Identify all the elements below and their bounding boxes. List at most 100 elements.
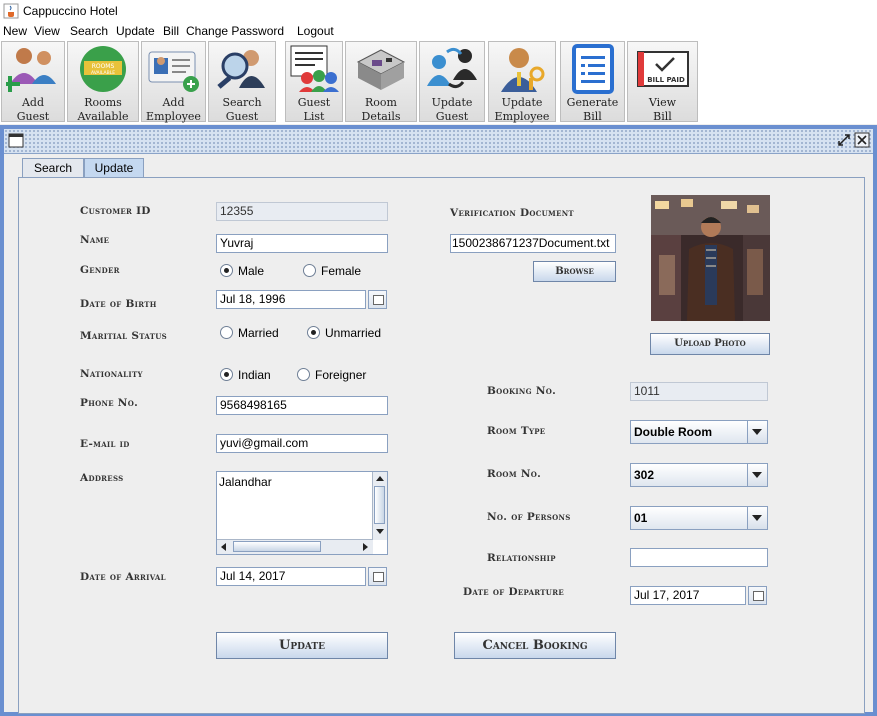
departure-label: Date of Departure	[463, 586, 564, 598]
arrival-label: Date of Arrival	[80, 571, 166, 583]
add-employee-label: Add Employee	[146, 96, 201, 123]
menu-new[interactable]: New	[3, 24, 27, 38]
room-details-icon	[356, 49, 406, 90]
menu-logout[interactable]: Logout	[297, 24, 334, 38]
marital-unmarried-radio[interactable]: Unmarried	[307, 325, 381, 341]
marital-married-radio[interactable]: Married	[220, 325, 279, 341]
gender-female-label: Female	[321, 264, 362, 278]
tab-search[interactable]: Search	[22, 158, 84, 178]
rooms-available-label: Rooms Available	[77, 96, 129, 123]
persons-select[interactable]: 01	[630, 506, 768, 530]
customer-id-label: Customer ID	[80, 205, 151, 217]
gender-male-radio[interactable]: Male	[220, 263, 264, 279]
rooms-available-button[interactable]: ROOMS AVAILABLE Rooms Available	[67, 41, 139, 123]
radio-icon	[220, 326, 233, 339]
menu-view[interactable]: View	[34, 24, 60, 38]
email-field[interactable]: yuvi@gmail.com	[216, 434, 388, 453]
search-guest-icon	[217, 50, 265, 89]
guest-list-icon	[290, 45, 339, 92]
booking-no-field: 1011	[630, 382, 768, 401]
name-label: Name	[80, 234, 110, 246]
nationality-label: Nationality	[80, 368, 143, 380]
guest-list-button[interactable]: Guest List	[285, 41, 343, 123]
update-button[interactable]: Update	[216, 632, 388, 659]
arrival-calendar-icon[interactable]	[368, 567, 387, 586]
departure-calendar-icon[interactable]	[748, 586, 767, 605]
gender-female-radio[interactable]: Female	[303, 263, 361, 279]
address-textarea[interactable]: Jalandhar	[216, 471, 388, 555]
menu-bill[interactable]: Bill	[163, 24, 179, 38]
add-employee-button[interactable]: Add Employee	[141, 41, 206, 123]
chevron-down-icon[interactable]	[747, 464, 767, 486]
generate-bill-icon	[571, 44, 614, 94]
radio-icon	[297, 368, 310, 381]
nationality-indian-radio[interactable]: Indian	[220, 367, 271, 383]
phone-label: Phone No.	[80, 397, 139, 409]
room-no-select[interactable]: 302	[630, 463, 768, 487]
radio-selected-icon	[220, 368, 233, 381]
address-label: Address	[80, 472, 124, 484]
departure-field[interactable]: Jul 17, 2017	[630, 586, 746, 605]
relationship-field[interactable]	[630, 548, 768, 567]
horizontal-scrollbar[interactable]	[217, 539, 373, 554]
menu-update[interactable]: Update	[116, 24, 155, 38]
frame-title-bar[interactable]	[4, 129, 873, 154]
title-bar: Cappuccino Hotel	[0, 0, 877, 22]
arrival-field[interactable]: Jul 14, 2017	[216, 567, 366, 586]
gender-male-label: Male	[238, 264, 265, 278]
menu-search[interactable]: Search	[70, 24, 108, 38]
nationality-foreigner-radio[interactable]: Foreigner	[297, 367, 366, 383]
search-guest-button[interactable]: Search Guest	[208, 41, 276, 123]
room-details-button[interactable]: Room Details	[345, 41, 417, 123]
view-bill-button[interactable]: BILL PAID View Bill	[627, 41, 698, 123]
marital-label: Maritial Status	[80, 330, 167, 342]
search-guest-label: Search Guest	[222, 96, 262, 123]
scroll-down-icon[interactable]	[376, 529, 384, 534]
toolbar: Add Guest ROOMS AVAILABLE Rooms Availabl…	[0, 40, 877, 124]
svg-text:BILL PAID: BILL PAID	[647, 76, 685, 84]
scroll-right-icon[interactable]	[363, 543, 368, 551]
customer-id-field: 12355	[216, 202, 388, 221]
frame-window-icon	[8, 133, 24, 148]
scroll-up-icon[interactable]	[376, 476, 384, 481]
room-no-value: 302	[634, 468, 655, 482]
menu-change-password[interactable]: Change Password	[186, 24, 284, 38]
svg-text:AVAILABLE: AVAILABLE	[91, 70, 115, 76]
add-guest-label: Add Guest	[16, 96, 50, 123]
chevron-down-icon[interactable]	[747, 421, 767, 443]
room-type-label: Room Type	[487, 425, 546, 437]
restore-icon[interactable]	[837, 133, 851, 147]
update-guest-button[interactable]: Update Guest	[419, 41, 485, 123]
view-bill-label: View Bill	[648, 96, 677, 123]
add-guest-icon	[6, 48, 56, 92]
room-type-select[interactable]: Double Room	[630, 420, 768, 444]
nationality-foreigner-label: Foreigner	[315, 368, 367, 382]
email-label: E-mail id	[80, 438, 130, 450]
scroll-left-icon[interactable]	[221, 543, 226, 551]
name-field[interactable]: Yuvraj	[216, 234, 388, 253]
vertical-scrollbar[interactable]	[372, 472, 387, 540]
dob-label: Date of Birth	[80, 298, 157, 310]
add-guest-button[interactable]: Add Guest	[1, 41, 65, 123]
menu-bar: New View Search Update Bill Change Passw…	[0, 22, 877, 40]
radio-icon	[303, 264, 316, 277]
cancel-booking-button[interactable]: Cancel Booking	[454, 632, 616, 659]
tab-update[interactable]: Update	[84, 158, 144, 178]
room-no-label: Room No.	[487, 468, 542, 480]
dob-field[interactable]: Jul 18, 1996	[216, 290, 366, 309]
dob-calendar-icon[interactable]	[368, 290, 387, 309]
verification-field[interactable]: 1500238671237Document.txt	[450, 234, 616, 253]
chevron-down-icon[interactable]	[747, 507, 767, 529]
persons-value: 01	[634, 511, 648, 525]
guest-photo	[651, 195, 770, 321]
update-guest-icon	[427, 47, 477, 89]
horizontal-scroll-thumb[interactable]	[233, 541, 321, 552]
vertical-scroll-thumb[interactable]	[374, 486, 385, 524]
browse-button[interactable]: Browse	[533, 261, 616, 282]
phone-field[interactable]: 9568498165	[216, 396, 388, 415]
update-guest-label: Update Guest	[431, 96, 473, 123]
update-employee-button[interactable]: Update Employee	[488, 41, 556, 123]
close-icon[interactable]	[854, 132, 870, 148]
generate-bill-button[interactable]: Generate Bill	[560, 41, 625, 123]
upload-photo-button[interactable]: Upload Photo	[650, 333, 770, 355]
